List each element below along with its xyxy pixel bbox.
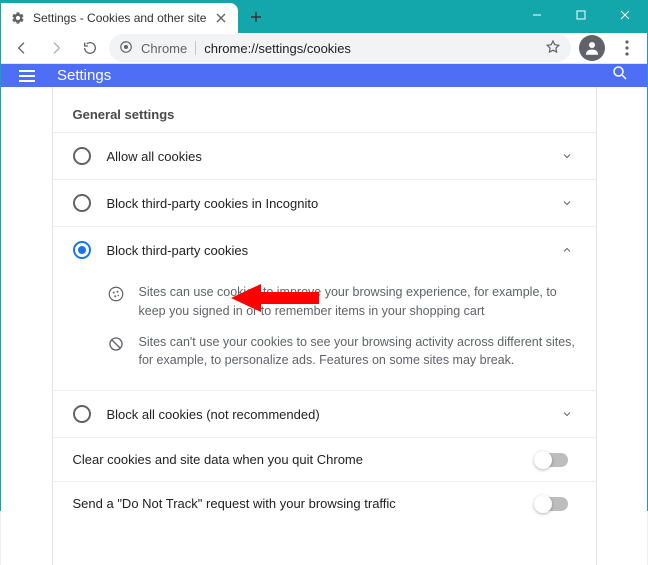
appbar-title: Settings (57, 67, 111, 84)
toggle-do-not-track[interactable]: Send a "Do Not Track" request with your … (53, 481, 596, 525)
option-label: Block third-party cookies in Incognito (107, 196, 542, 211)
toggle-switch[interactable] (536, 453, 568, 467)
blocked-icon (107, 335, 125, 353)
browser-toolbar: Chrome chrome://settings/cookies (1, 33, 647, 64)
chrome-scheme-icon (119, 40, 133, 57)
settings-app-bar: Settings (1, 64, 647, 87)
omnibox-divider (195, 41, 196, 55)
option-block-3p-incognito[interactable]: Block third-party cookies in Incognito (53, 179, 596, 226)
url-scheme-label: Chrome (141, 41, 187, 56)
option-label: Allow all cookies (107, 149, 542, 164)
window-controls (515, 1, 647, 29)
browser-tab[interactable]: Settings - Cookies and other site (1, 3, 238, 33)
radio-icon-checked (73, 241, 91, 259)
detail-text: Sites can't use your cookies to see your… (139, 333, 576, 371)
minimize-button[interactable] (515, 1, 559, 29)
radio-icon (73, 147, 91, 165)
detail-cookies-allowed: Sites can use cookies to improve your br… (107, 277, 576, 327)
gear-icon (11, 11, 25, 25)
settings-card: General settings Allow all cookies Block… (52, 87, 597, 565)
option-block-3p-cookies[interactable]: Block third-party cookies (53, 226, 596, 273)
browser-menu-button[interactable] (613, 34, 641, 62)
detail-cookies-blocked: Sites can't use your cookies to see your… (107, 327, 576, 377)
profile-avatar[interactable] (579, 35, 605, 61)
content-area: General settings Allow all cookies Block… (1, 87, 647, 565)
bookmark-star-icon[interactable] (545, 39, 561, 58)
option-block-all-cookies[interactable]: Block all cookies (not recommended) (53, 390, 596, 437)
radio-icon (73, 194, 91, 212)
close-tab-button[interactable] (214, 11, 228, 25)
option-block-3p-details: Sites can use cookies to improve your br… (53, 273, 596, 390)
toggle-label: Clear cookies and site data when you qui… (73, 452, 520, 467)
detail-text: Sites can use cookies to improve your br… (139, 283, 576, 321)
chevron-down-icon[interactable] (558, 147, 576, 165)
chevron-up-icon[interactable] (558, 241, 576, 259)
new-tab-button[interactable] (242, 3, 270, 31)
toggle-clear-on-quit[interactable]: Clear cookies and site data when you qui… (53, 437, 596, 481)
option-allow-all-cookies[interactable]: Allow all cookies (53, 132, 596, 179)
toggle-switch[interactable] (536, 497, 568, 511)
tab-title: Settings - Cookies and other site (33, 11, 206, 25)
url-text: chrome://settings/cookies (204, 41, 351, 56)
chevron-down-icon[interactable] (558, 405, 576, 423)
chevron-down-icon[interactable] (558, 194, 576, 212)
toggle-label: Send a "Do Not Track" request with your … (73, 496, 520, 511)
title-bar: Settings - Cookies and other site (1, 1, 647, 33)
radio-icon (73, 405, 91, 423)
browser-window: Settings - Cookies and other site (0, 0, 648, 511)
cookie-icon (107, 285, 125, 303)
back-button[interactable] (7, 33, 37, 63)
option-label: Block third-party cookies (107, 243, 542, 258)
section-title: General settings (53, 87, 596, 132)
maximize-button[interactable] (559, 1, 603, 29)
settings-scroll-area[interactable]: General settings Allow all cookies Block… (1, 87, 647, 565)
reload-button[interactable] (75, 33, 105, 63)
settings-search-button[interactable] (611, 64, 629, 87)
close-window-button[interactable] (603, 1, 647, 29)
hamburger-menu-button[interactable] (19, 70, 35, 82)
option-label: Block all cookies (not recommended) (107, 407, 542, 422)
address-bar[interactable]: Chrome chrome://settings/cookies (109, 34, 571, 62)
forward-button[interactable] (41, 33, 71, 63)
